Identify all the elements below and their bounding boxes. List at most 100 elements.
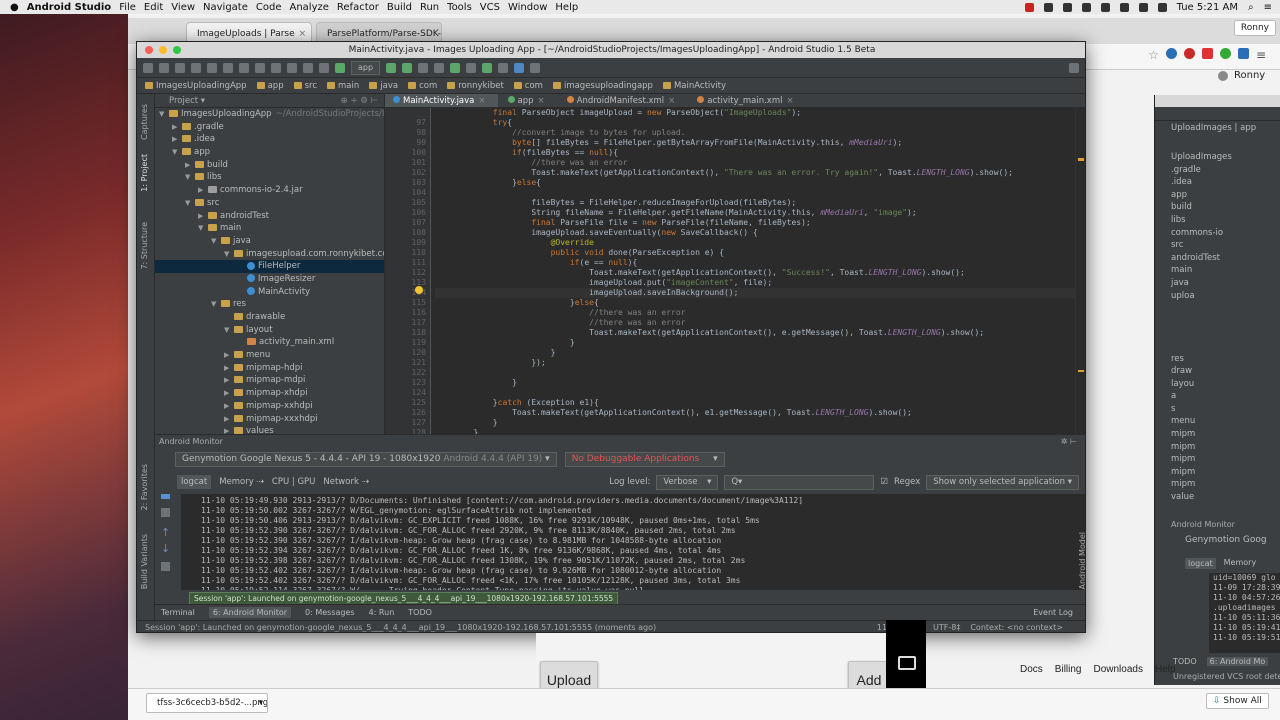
bottom-tab[interactable]: 4: Run [369, 608, 395, 617]
code-line[interactable]: } [435, 338, 1075, 348]
billing-link[interactable]: Billing [1055, 664, 1082, 675]
menu-list-icon[interactable]: ≡ [1264, 2, 1272, 13]
menu-item-view[interactable]: View [171, 2, 203, 13]
forward-icon[interactable] [319, 62, 329, 73]
expanded-arrow-icon[interactable]: ▼ [198, 222, 208, 235]
secondary-tree-item[interactable]: main [1171, 264, 1280, 277]
logcat-tab[interactable]: logcat [177, 475, 212, 489]
logcat-search-input[interactable]: Q▾ [724, 474, 875, 490]
menu-item-code[interactable]: Code [256, 2, 290, 13]
code-line[interactable]: }catch (Exception e1){ [435, 398, 1075, 408]
editor-tab[interactable]: AndroidManifest.xml × [559, 94, 688, 107]
menu-item-file[interactable]: File [119, 2, 144, 13]
run-config-select[interactable]: app [351, 60, 381, 75]
tree-item[interactable]: ▼ src [155, 197, 384, 210]
tree-item[interactable]: ▶ mipmap-xhdpi [155, 387, 384, 400]
code-line[interactable]: } [435, 378, 1075, 388]
tree-item[interactable]: ▼ res [155, 298, 384, 311]
close-tab-icon[interactable]: × [786, 96, 793, 106]
secondary-todo-tab[interactable]: TODO [1173, 657, 1197, 666]
secondary-tree-item[interactable]: mipm [1171, 466, 1280, 479]
bottom-tab[interactable]: TODO [408, 608, 432, 617]
extension-icon[interactable] [1165, 48, 1177, 59]
extension-icon[interactable] [1201, 48, 1213, 59]
code-line[interactable]: String fileName = FileHelper.getFileName… [435, 208, 1075, 218]
close-window-icon[interactable] [145, 46, 153, 54]
tree-item[interactable]: FileHelper [155, 260, 384, 273]
scroll-down-icon[interactable]: ↓ [161, 542, 170, 555]
secondary-device[interactable]: Genymotion Goog [1185, 535, 1267, 545]
code-line[interactable]: byte[] fileBytes = FileHelper.getByteArr… [435, 138, 1075, 148]
volume-icon[interactable] [1138, 2, 1148, 12]
android-monitor-icon[interactable] [498, 62, 509, 73]
tree-item[interactable]: ▶ mipmap-xxhdpi [155, 400, 384, 413]
copy-icon[interactable] [239, 62, 249, 73]
lightbulb-icon[interactable] [415, 286, 423, 294]
expanded-arrow-icon[interactable]: ▼ [159, 108, 169, 121]
collapsed-arrow-icon[interactable]: ▶ [224, 387, 234, 400]
tree-item[interactable]: ▶ commons-io-2.4.jar [155, 184, 384, 197]
code-line[interactable]: //there was an error [435, 158, 1075, 168]
collapsed-arrow-icon[interactable]: ▶ [224, 413, 234, 426]
logcat-filter-select[interactable]: Show only selected application ▾ [926, 474, 1079, 490]
secondary-logcat-tab[interactable]: logcat [1185, 558, 1216, 569]
clock[interactable]: Tue 5:21 AM [1177, 2, 1238, 13]
event-log-tab[interactable]: Event Log [1033, 608, 1073, 617]
code-line[interactable]: if(e == null){ [435, 258, 1075, 268]
tree-item[interactable]: ▼ layout [155, 324, 384, 337]
editor-scrollbar[interactable] [1075, 108, 1085, 434]
code-line[interactable]: try{ [435, 118, 1075, 128]
editor-tab[interactable]: activity_main.xml × [689, 94, 805, 107]
favorites-tool-tab[interactable]: 2: Favorites [140, 464, 149, 510]
code-line[interactable] [435, 368, 1075, 378]
menu-item-refactor[interactable]: Refactor [337, 2, 387, 13]
gradle-sync-icon[interactable] [450, 62, 461, 73]
menu-item-run[interactable]: Run [420, 2, 447, 13]
device-select[interactable]: Genymotion Google Nexus 5 - 4.4.4 - API … [175, 451, 557, 467]
star-icon[interactable]: ☆ [1148, 48, 1159, 62]
menu-item-edit[interactable]: Edit [144, 2, 171, 13]
status-item[interactable]: Context: <no context> [970, 621, 1063, 632]
secondary-tree-item[interactable] [1171, 340, 1280, 353]
secondary-tree-item[interactable]: layou [1171, 378, 1280, 391]
code-line[interactable]: //there was an error [435, 308, 1075, 318]
stop-icon[interactable] [434, 62, 445, 73]
tree-item[interactable]: ▶ values [155, 425, 384, 434]
code-line[interactable]: } [435, 418, 1075, 428]
download-item[interactable]: tfss-3c6cecb3-b5d2-...png ▾ [146, 693, 268, 713]
secondary-tree-item[interactable]: commons-io [1171, 227, 1280, 240]
build-variants-tab[interactable]: Build Variants [140, 534, 149, 589]
docs-link[interactable]: Docs [1020, 664, 1043, 675]
search-everywhere-icon[interactable] [1069, 62, 1079, 73]
code-line[interactable]: Toast.makeText(getApplicationContext(), … [435, 408, 1075, 418]
code-line[interactable] [435, 188, 1075, 198]
code-line[interactable]: }); [435, 358, 1075, 368]
regex-checkbox[interactable]: ☑ [880, 477, 888, 487]
warning-marker[interactable] [1078, 370, 1084, 372]
tree-item[interactable]: ▼ libs [155, 171, 384, 184]
code-line[interactable]: imageUpload.put("imageContent", file); [435, 278, 1075, 288]
secondary-tree-item[interactable] [1171, 315, 1280, 328]
code-line[interactable]: public void done(ParseException e) { [435, 248, 1075, 258]
code-line[interactable]: } [435, 348, 1075, 358]
log-level-select[interactable]: Verbose ▾ [656, 474, 719, 490]
menu-item-navigate[interactable]: Navigate [203, 2, 256, 13]
secondary-tree-item[interactable]: a [1171, 390, 1280, 403]
project-view-dropdown[interactable]: Project [169, 96, 198, 106]
secondary-tree-item[interactable]: build [1171, 201, 1280, 214]
status-item[interactable]: UTF-8‡ [933, 621, 960, 632]
tree-item[interactable]: ImageResizer [155, 273, 384, 286]
undo-icon[interactable] [191, 62, 201, 73]
code-line[interactable]: final ParseFile file = new ParseFile(fil… [435, 218, 1075, 228]
collapsed-arrow-icon[interactable]: ▶ [172, 133, 182, 146]
breadcrumb-item[interactable]: MainActivity [663, 81, 726, 91]
memory-tab[interactable]: Memory ⇢ [219, 477, 264, 487]
secondary-tree-item[interactable]: s [1171, 403, 1280, 416]
code-line[interactable]: if(fileBytes == null){ [435, 148, 1075, 158]
evernote-icon[interactable] [1081, 2, 1091, 12]
extension-icon[interactable] [1219, 48, 1231, 59]
breadcrumb-item[interactable]: imagesuploadingapp [553, 81, 653, 91]
captures-tab[interactable]: Captures [140, 104, 149, 140]
browser-user[interactable]: Ronny [1218, 70, 1265, 81]
run-icon[interactable] [386, 62, 397, 73]
